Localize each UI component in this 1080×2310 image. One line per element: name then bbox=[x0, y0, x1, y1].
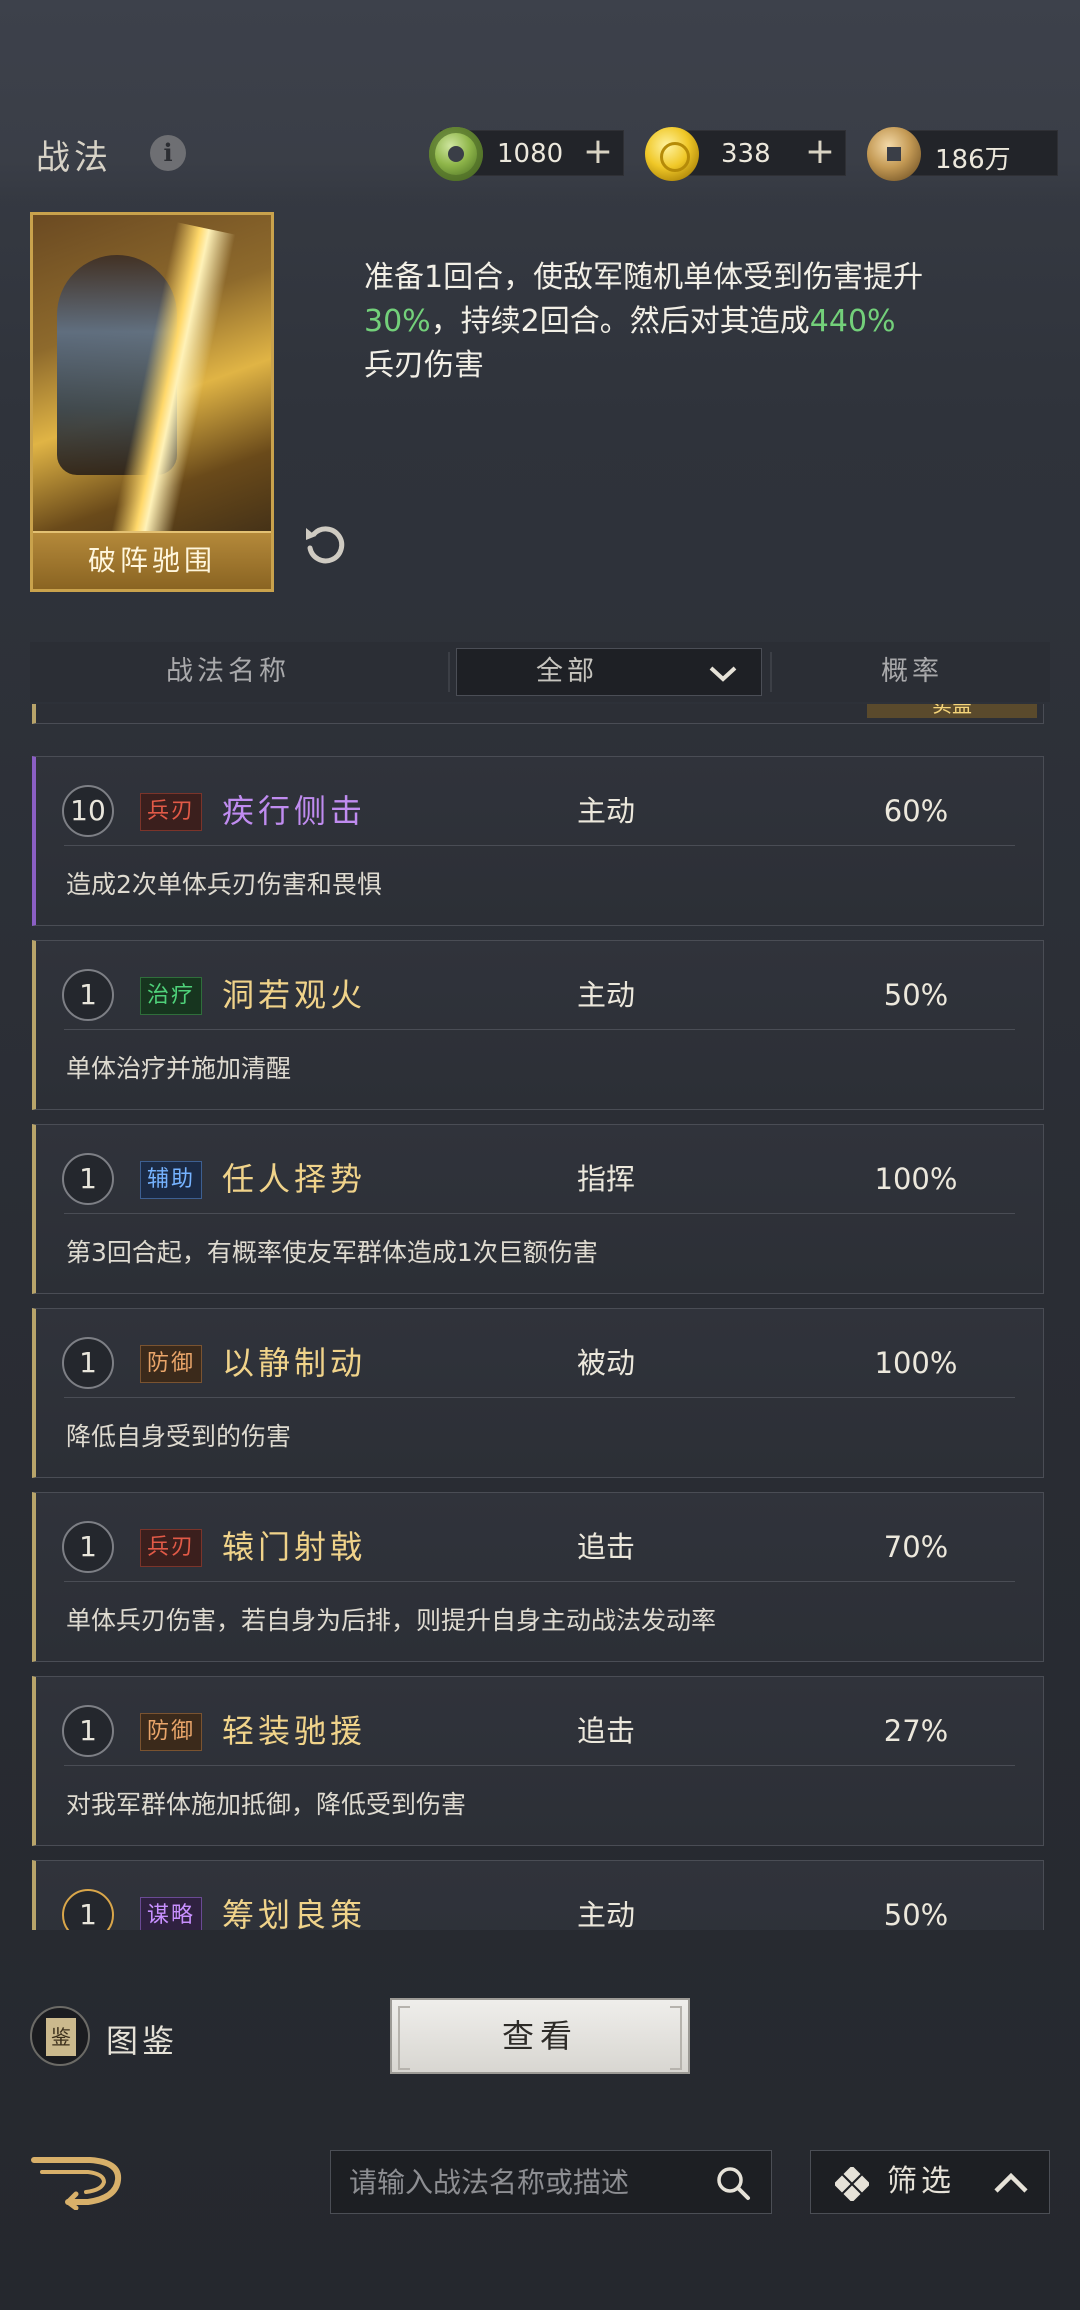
add-gold-button[interactable]: + bbox=[805, 133, 835, 171]
atlas-label[interactable]: 图鉴 bbox=[106, 2016, 178, 2062]
jade-resource: 1080 + bbox=[429, 127, 624, 181]
gold-value: 338 bbox=[721, 139, 771, 169]
skill-level: 1 bbox=[62, 1521, 114, 1573]
skill-row[interactable]: 1 防御 轻装驰援 追击 27% 对我军群体施加抵御，降低受到伤害 bbox=[32, 1676, 1044, 1846]
gold-coin-icon bbox=[645, 127, 699, 181]
skill-desc: 对我军群体施加抵御，降低受到伤害 bbox=[66, 1790, 467, 1819]
skill-desc: 第3回合起，有概率使友军群体造成1次巨额伤害 bbox=[66, 1238, 598, 1267]
skill-level: 1 bbox=[62, 969, 114, 1021]
refresh-icon[interactable] bbox=[300, 520, 350, 570]
skill-name: 洞若观火 bbox=[222, 976, 367, 1014]
skill-desc: 单体兵刃伤害，若自身为后排，则提升自身主动战法发动率 bbox=[66, 1606, 717, 1635]
skill-tag: 治疗 bbox=[140, 977, 203, 1015]
skill-card-name: 破阵驰围 bbox=[33, 531, 271, 589]
skill-type: 追击 bbox=[576, 1530, 635, 1564]
skill-rate: 100% bbox=[874, 1346, 958, 1380]
skill-tag: 辅助 bbox=[140, 1161, 203, 1199]
skill-name: 轻装驰援 bbox=[222, 1712, 367, 1750]
skill-rate: 60% bbox=[883, 794, 949, 828]
skill-rate: 70% bbox=[883, 1530, 949, 1564]
column-header-rate[interactable]: 概率 bbox=[774, 642, 1050, 702]
chevron-down-icon bbox=[709, 666, 737, 682]
skill-tag: 防御 bbox=[140, 1713, 203, 1751]
skill-level: 1 bbox=[62, 1705, 114, 1757]
skill-description: 准备1回合，使敌军随机单体受到伤害提升30%，持续2回合。然后对其造成440% 兵… bbox=[364, 260, 924, 383]
skill-type: 主动 bbox=[576, 794, 635, 828]
copper-coin-icon bbox=[867, 127, 921, 181]
skill-type: 主动 bbox=[576, 978, 635, 1012]
column-header-name[interactable]: 战法名称 bbox=[30, 642, 426, 702]
skill-tag: 兵刃 bbox=[140, 1529, 203, 1567]
info-icon[interactable]: i bbox=[150, 135, 186, 171]
skill-tag: 兵刃 bbox=[140, 793, 203, 831]
skill-level: 1 bbox=[62, 1153, 114, 1205]
skill-type: 被动 bbox=[576, 1346, 635, 1380]
page-title: 战法 bbox=[36, 138, 112, 178]
search-box[interactable] bbox=[330, 2150, 772, 2214]
table-header: 战法名称 全部 概率 bbox=[30, 642, 1050, 702]
skill-row[interactable]: 1 兵刃 辕门射戟 追击 70% 单体兵刃伤害，若自身为后排，则提升自身主动战法… bbox=[32, 1492, 1044, 1662]
skill-name: 以静制动 bbox=[222, 1344, 367, 1382]
skill-row[interactable]: 1 治疗 洞若观火 主动 50% 单体治疗并施加清醒 bbox=[32, 940, 1044, 1110]
skill-name: 辕门射戟 bbox=[222, 1528, 367, 1566]
skill-name: 筹划良策 bbox=[222, 1896, 367, 1930]
skill-name: 疾行侧击 bbox=[222, 792, 367, 830]
chevron-up-icon bbox=[994, 2172, 1028, 2193]
jade-value: 1080 bbox=[497, 139, 564, 169]
view-button[interactable]: 查看 bbox=[390, 1998, 690, 2074]
jade-coin-icon bbox=[429, 127, 483, 181]
skill-type: 追击 bbox=[576, 1714, 635, 1748]
skill-rate: 27% bbox=[883, 1714, 949, 1748]
search-input[interactable] bbox=[349, 2151, 709, 2213]
skill-row[interactable]: 1 辅助 任人择势 指挥 100% 第3回合起，有概率使友军群体造成1次巨额伤害 bbox=[32, 1124, 1044, 1294]
skill-card[interactable]: 破阵驰围 bbox=[30, 212, 274, 592]
gold-resource: 338 + bbox=[645, 127, 846, 181]
search-icon[interactable] bbox=[715, 2165, 751, 2201]
skill-rate: 50% bbox=[883, 1898, 949, 1930]
skill-row[interactable]: 1 谋略 筹划良策 主动 50% bbox=[32, 1860, 1044, 1930]
quality-badge: 实盖 bbox=[867, 704, 1037, 718]
skill-desc: 单体治疗并施加清醒 bbox=[66, 1054, 292, 1083]
filter-button[interactable]: 筛选 bbox=[810, 2150, 1050, 2214]
skill-name: 任人择势 bbox=[222, 1160, 367, 1198]
filter-value: 全部 bbox=[536, 656, 598, 687]
skill-desc: 造成2次单体兵刃伤害和畏惧 bbox=[66, 870, 382, 899]
atlas-icon[interactable] bbox=[30, 2006, 90, 2066]
add-jade-button[interactable]: + bbox=[583, 133, 613, 171]
skill-desc: 降低自身受到的伤害 bbox=[66, 1422, 292, 1451]
back-arrow-icon[interactable] bbox=[28, 2150, 128, 2210]
skill-level: 1 bbox=[62, 1337, 114, 1389]
skill-rate: 100% bbox=[874, 1162, 958, 1196]
list-item-partial[interactable]: 实盖 bbox=[32, 704, 1044, 724]
skill-tag: 防御 bbox=[140, 1345, 203, 1383]
category-filter-dropdown[interactable]: 全部 bbox=[456, 648, 762, 696]
skill-level: 1 bbox=[62, 1889, 114, 1930]
skill-tag: 谋略 bbox=[140, 1897, 203, 1930]
skill-level: 10 bbox=[62, 785, 114, 837]
skill-type: 主动 bbox=[576, 1898, 635, 1930]
skill-list[interactable]: 实盖 10 兵刃 疾行侧击 主动 60% 造成2次单体兵刃伤害和畏惧 1 治疗 … bbox=[0, 704, 1080, 1930]
filter-icon bbox=[835, 2167, 869, 2201]
skill-rate: 50% bbox=[883, 978, 949, 1012]
copper-value: 186万 bbox=[935, 145, 1011, 175]
copper-resource: 186万 bbox=[867, 127, 1058, 181]
skill-row[interactable]: 1 防御 以静制动 被动 100% 降低自身受到的伤害 bbox=[32, 1308, 1044, 1478]
skill-row[interactable]: 10 兵刃 疾行侧击 主动 60% 造成2次单体兵刃伤害和畏惧 bbox=[32, 756, 1044, 926]
filter-label: 筛选 bbox=[887, 2164, 955, 2199]
skill-type: 指挥 bbox=[576, 1162, 635, 1196]
